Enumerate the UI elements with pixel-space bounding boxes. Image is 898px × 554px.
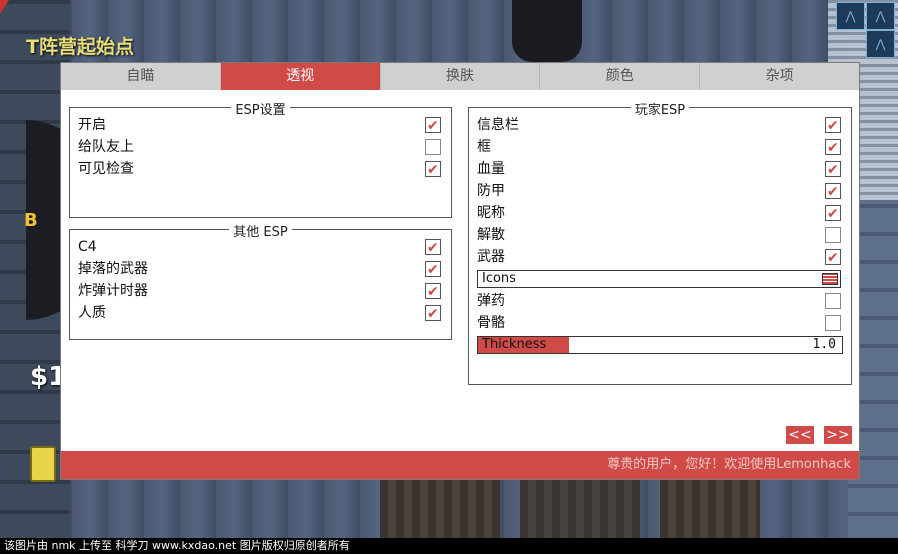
dropped-weapons-checkbox[interactable] <box>425 259 441 281</box>
option-row: 人质 <box>78 302 441 325</box>
skeleton-checkbox[interactable] <box>825 315 841 331</box>
hostages-checkbox[interactable] <box>425 303 441 325</box>
name-checkbox[interactable] <box>825 203 841 225</box>
option-row: 武器 <box>477 246 841 269</box>
health-checkbox[interactable] <box>825 159 841 181</box>
cheat-menu-window: 自瞄 透视 换肤 颜色 杂项 ESP设置 开启 给队友上 可见检查 其他 ESP… <box>60 62 860 480</box>
slider-value: 1.0 <box>812 337 836 352</box>
armor-checkbox[interactable] <box>825 181 841 203</box>
player-slot-icon: ⋀ <box>866 2 895 30</box>
dropdown-menu-icon <box>822 273 838 285</box>
spawn-title: T阵营起始点 <box>26 36 134 58</box>
tab-esp[interactable]: 透视 <box>220 63 381 90</box>
option-label: 昵称 <box>477 205 505 221</box>
prev-page-button[interactable]: << <box>785 425 815 445</box>
player-slot-icon: ⋀ <box>836 2 865 30</box>
weapon-mode-value: Icons <box>482 271 516 286</box>
tab-aimbot[interactable]: 自瞄 <box>61 63 221 90</box>
hud-corner-icons: ⋀ ⋀ ⋀ <box>836 2 898 58</box>
slider-label: Thickness <box>482 337 547 352</box>
option-label: 开启 <box>78 117 106 133</box>
option-row: 血量 <box>477 158 841 181</box>
option-row: 骨骼 <box>477 312 841 334</box>
option-label: C4 <box>78 239 97 255</box>
mouse-cursor-icon <box>0 0 9 14</box>
option-label: 血量 <box>477 161 505 177</box>
c4-icon <box>30 446 56 482</box>
option-label: 弹药 <box>477 293 505 309</box>
tab-skins[interactable]: 换肤 <box>380 63 541 90</box>
option-row: 可见检查 <box>78 158 441 181</box>
bomb-timer-checkbox[interactable] <box>425 281 441 303</box>
ammo-checkbox[interactable] <box>825 293 841 309</box>
option-label: 掉落的武器 <box>78 261 148 277</box>
thickness-slider[interactable]: Thickness 1.0 <box>477 336 843 354</box>
option-row: 解散 <box>477 224 841 246</box>
option-label: 骨骼 <box>477 315 505 331</box>
option-row: 弹药 <box>477 290 841 312</box>
status-bar: 尊贵的用户，您好！欢迎使用Lemonhack <box>61 451 859 479</box>
option-row: 开启 <box>78 114 441 137</box>
c4-checkbox[interactable] <box>425 237 441 259</box>
option-row: 防甲 <box>477 180 841 203</box>
option-label: 可见检查 <box>78 161 134 177</box>
option-label: 框 <box>477 139 491 155</box>
street-lamp <box>512 0 582 62</box>
bombsite-label: B <box>24 210 38 231</box>
box-checkbox[interactable] <box>825 137 841 159</box>
option-row: 炸弹计时器 <box>78 280 441 303</box>
option-row: 框 <box>477 136 841 159</box>
option-label: 信息栏 <box>477 117 519 133</box>
defuse-checkbox[interactable] <box>825 227 841 243</box>
weapon-mode-select[interactable]: Icons <box>477 270 841 288</box>
other-esp-group: 其他 ESP C4 掉落的武器 炸弹计时器 人质 <box>69 225 452 340</box>
tab-misc[interactable]: 杂项 <box>700 63 859 90</box>
option-label: 炸弹计时器 <box>78 283 148 299</box>
option-row: 信息栏 <box>477 114 841 137</box>
welcome-message: 尊贵的用户，您好！欢迎使用Lemonhack <box>607 457 851 472</box>
option-label: 解散 <box>477 227 505 243</box>
weapon-checkbox[interactable] <box>825 247 841 269</box>
next-page-button[interactable]: >> <box>823 425 853 445</box>
tab-colors[interactable]: 颜色 <box>540 63 701 90</box>
info-bar-checkbox[interactable] <box>825 115 841 137</box>
esp-settings-group: ESP设置 开启 给队友上 可见检查 <box>69 103 452 218</box>
option-label: 给队友上 <box>78 139 134 155</box>
enable-checkbox[interactable] <box>425 115 441 137</box>
option-label: 人质 <box>78 305 106 321</box>
player-slot-icon: ⋀ <box>866 30 895 58</box>
option-label: 防甲 <box>477 183 505 199</box>
visible-check-checkbox[interactable] <box>425 159 441 181</box>
teammates-checkbox[interactable] <box>425 139 441 155</box>
player-esp-group: 玩家ESP 信息栏 框 血量 防甲 昵称 解散 武器 I <box>468 103 852 385</box>
option-row: 昵称 <box>477 202 841 225</box>
option-row: 掉落的武器 <box>78 258 441 281</box>
tab-bar: 自瞄 透视 换肤 颜色 杂项 <box>61 63 859 90</box>
watermark-footer: 该图片由 nmk 上传至 科学刀 www.kxdao.net 图片版权归原创者所… <box>0 538 898 554</box>
option-row: C4 <box>78 236 441 259</box>
option-label: 武器 <box>477 249 505 265</box>
option-row: 给队友上 <box>78 136 441 158</box>
